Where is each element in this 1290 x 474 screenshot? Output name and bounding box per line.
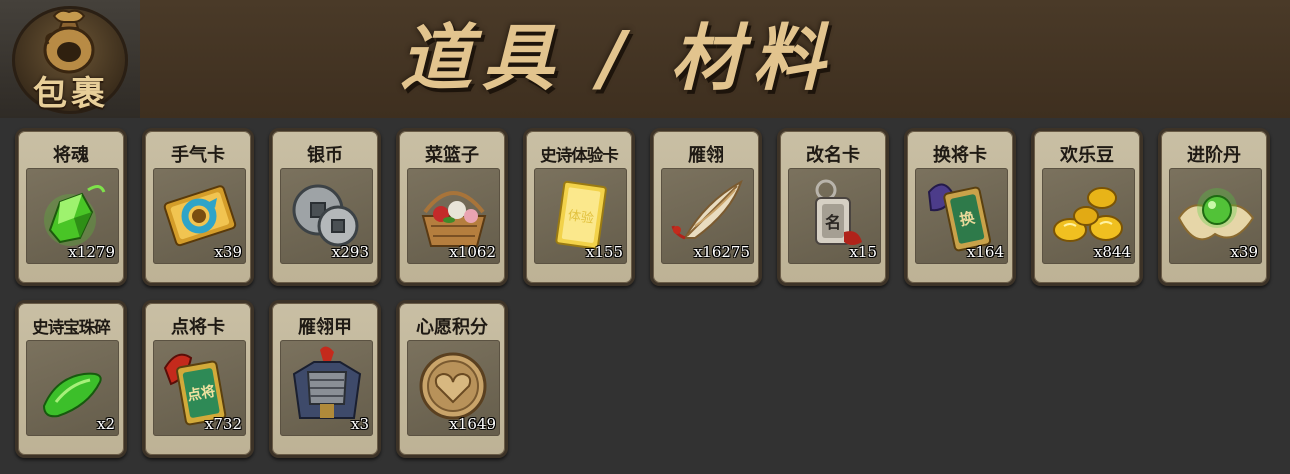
item-slot: x1279 xyxy=(26,168,119,264)
item-name: 改名卡 xyxy=(806,145,860,166)
item-quantity: x1649 xyxy=(449,415,496,433)
item-quantity: x15 xyxy=(849,243,877,261)
item-slot: 体验 x155 xyxy=(534,168,627,264)
item-slot: x2 xyxy=(26,340,119,436)
item-slot: x16275 xyxy=(661,168,754,264)
item-slot: x1649 xyxy=(407,340,500,436)
item-quantity: x39 xyxy=(1230,243,1258,261)
item-name: 银币 xyxy=(307,145,343,166)
svg-text:名: 名 xyxy=(825,213,841,232)
item-name: 菜篮子 xyxy=(425,145,479,166)
item-card-xinyuanjifen[interactable]: 心愿积分 x1649 xyxy=(396,300,508,458)
item-card-shishitiyanka[interactable]: 史诗体验卡 体验 x155 xyxy=(523,128,635,286)
item-name: 史诗体验卡 xyxy=(540,146,619,165)
item-quantity: x844 xyxy=(1093,243,1131,261)
item-slot: x844 xyxy=(1042,168,1135,264)
item-name: 将魂 xyxy=(53,145,89,166)
item-name: 心愿积分 xyxy=(416,317,488,338)
item-quantity: x1279 xyxy=(68,243,115,261)
item-slot: 点将 x732 xyxy=(153,340,246,436)
page-title: 道具 / 材料 xyxy=(400,16,835,100)
item-card-shouqika[interactable]: 手气卡 x39 xyxy=(142,128,254,286)
item-quantity: x164 xyxy=(966,243,1004,261)
inventory-header: 包裹 道具 / 材料 xyxy=(0,0,1290,118)
item-slot: x39 xyxy=(153,168,246,264)
bag-label: 包裹 xyxy=(33,74,109,114)
item-quantity: x16275 xyxy=(693,243,750,261)
item-card-huanledou[interactable]: 欢乐豆 x844 xyxy=(1031,128,1143,286)
item-card-cailanzi[interactable]: 菜篮子 x1062 xyxy=(396,128,508,286)
item-name: 欢乐豆 xyxy=(1060,145,1114,166)
item-name: 史诗宝珠碎 xyxy=(32,318,111,337)
item-card-gaimingka[interactable]: 改名卡 名 x15 xyxy=(777,128,889,286)
item-name: 点将卡 xyxy=(171,317,225,338)
item-card-jianghun[interactable]: 将魂 x1279 xyxy=(15,128,127,286)
item-quantity: x732 xyxy=(204,415,242,433)
item-slot: x1062 xyxy=(407,168,500,264)
item-card-yinbi[interactable]: 银币 x293 xyxy=(269,128,381,286)
item-quantity: x293 xyxy=(331,243,369,261)
item-card-yanlingjia[interactable]: 雁翎甲 x3 xyxy=(269,300,381,458)
item-quantity: x39 xyxy=(214,243,242,261)
item-card-jinjiedan[interactable]: 进阶丹 x39 xyxy=(1158,128,1270,286)
item-quantity: x155 xyxy=(585,243,623,261)
item-quantity: x1062 xyxy=(449,243,496,261)
item-slot: 换 x164 xyxy=(915,168,1008,264)
item-quantity: x2 xyxy=(96,415,115,433)
item-name: 雁翎甲 xyxy=(298,317,352,338)
item-quantity: x3 xyxy=(350,415,369,433)
bag-badge[interactable]: 包裹 xyxy=(0,0,140,118)
item-card-dianjiangka[interactable]: 点将卡 点将 x732 xyxy=(142,300,254,458)
item-name: 雁翎 xyxy=(688,145,724,166)
item-slot: x293 xyxy=(280,168,373,264)
item-slot: x3 xyxy=(280,340,373,436)
item-card-huanjiangka[interactable]: 换将卡 换 x164 xyxy=(904,128,1016,286)
item-slot: 名 x15 xyxy=(788,168,881,264)
item-card-shishibaozhusui[interactable]: 史诗宝珠碎 x2 xyxy=(15,300,127,458)
item-name: 换将卡 xyxy=(933,145,987,166)
item-name: 手气卡 xyxy=(171,145,225,166)
item-card-yanling[interactable]: 雁翎 x16275 xyxy=(650,128,762,286)
item-name: 进阶丹 xyxy=(1187,145,1241,166)
item-slot: x39 xyxy=(1169,168,1262,264)
